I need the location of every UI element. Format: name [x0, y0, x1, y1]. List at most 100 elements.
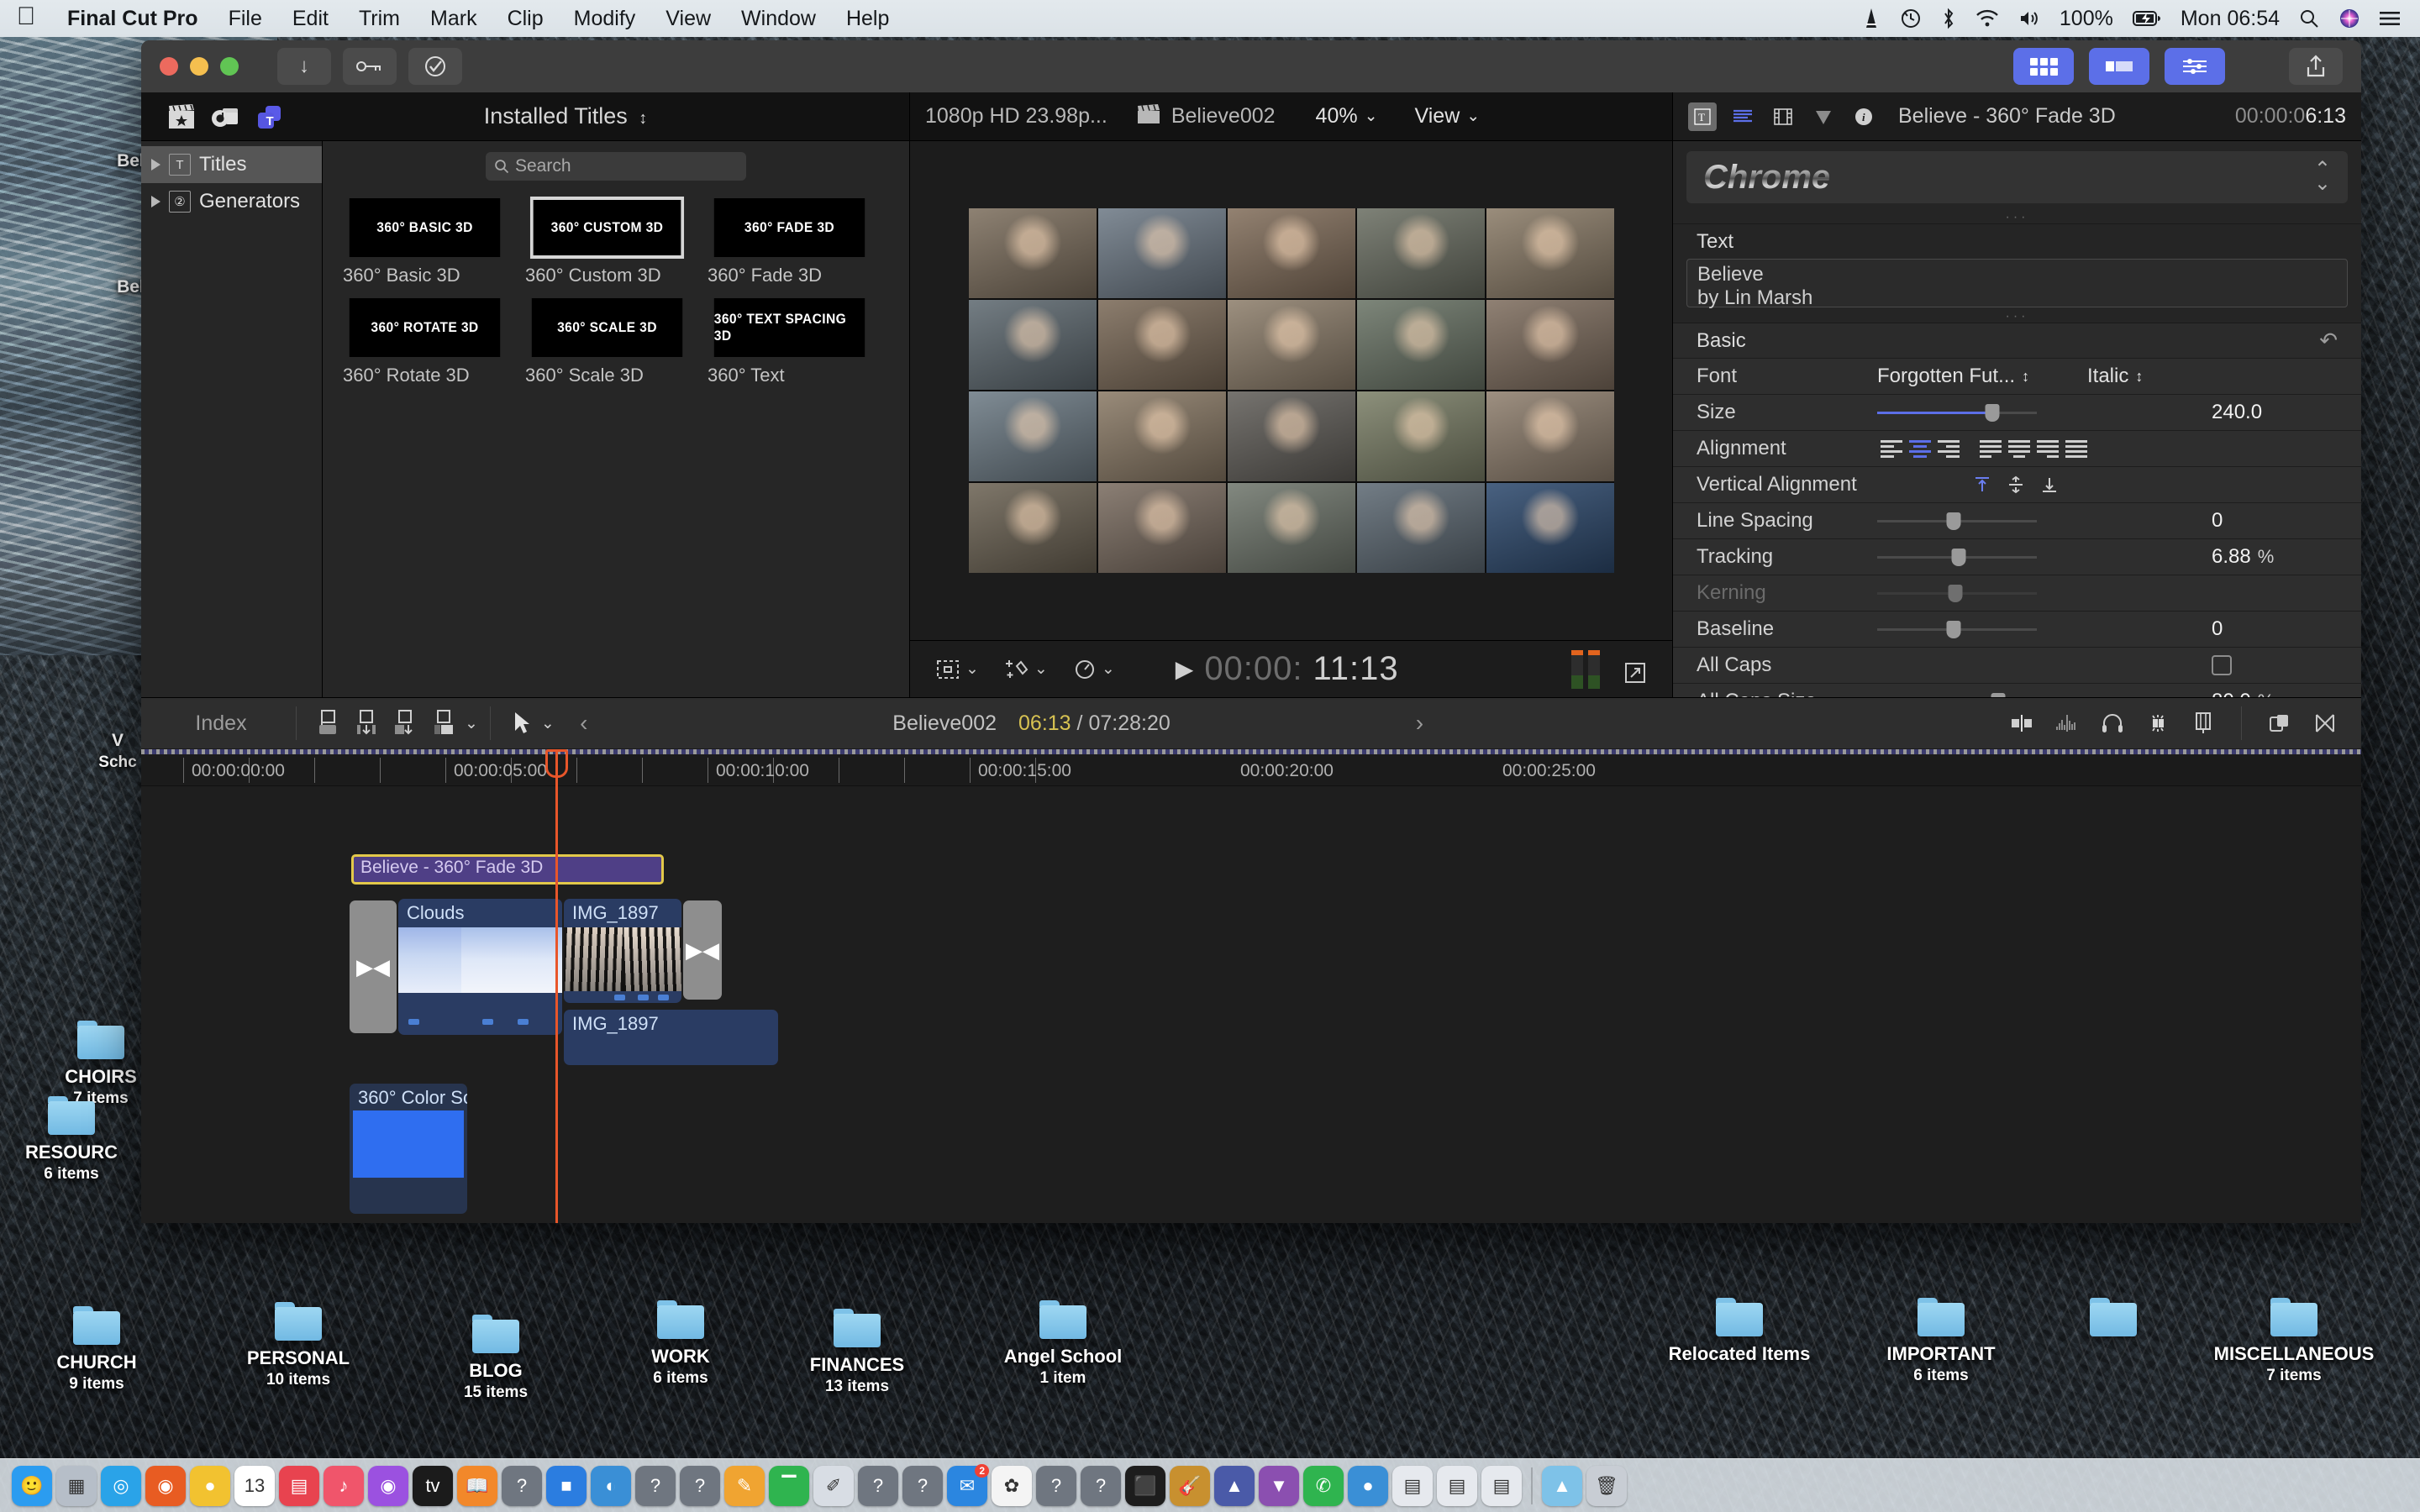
control-center-icon[interactable] — [2380, 10, 2400, 27]
siri-icon[interactable] — [2338, 8, 2360, 29]
wifi-icon[interactable] — [1975, 9, 1999, 28]
close-button[interactable] — [160, 57, 178, 76]
toggle-inspector-button[interactable] — [2165, 48, 2225, 85]
vlc-cone-icon[interactable] — [1862, 8, 1881, 29]
desktop-icon-important[interactable]: IMPORTANT 6 items — [1861, 1298, 2021, 1385]
dock-item-pages[interactable]: ✎ — [724, 1465, 765, 1506]
dock-item-textedit[interactable]: ✐ — [813, 1465, 854, 1506]
dock-item-appletv[interactable]: tv — [413, 1465, 453, 1506]
dock-item-app-unknown-1[interactable]: ? — [502, 1465, 542, 1506]
audio-meters-icon[interactable] — [2048, 706, 2086, 740]
insert-icon[interactable] — [347, 706, 386, 740]
line-spacing-slider[interactable] — [1877, 512, 2037, 530]
align-right-icon[interactable] — [1934, 438, 1963, 459]
dock-item-firefox[interactable]: ◉ — [145, 1465, 186, 1506]
tracking-value-field[interactable]: 6.88 % — [2212, 545, 2338, 569]
font-style-popup[interactable]: Italic ↕ — [2087, 365, 2143, 388]
maximize-button[interactable] — [220, 57, 239, 76]
timeline-clip-img1897-audio[interactable]: IMG_1897 — [564, 1010, 778, 1065]
clapperboard-star-icon[interactable] — [160, 103, 203, 130]
time-machine-icon[interactable] — [1900, 8, 1922, 29]
resize-grip[interactable]: ··· — [1673, 210, 2361, 224]
sidebar-item-generators[interactable]: ② Generators — [141, 183, 322, 220]
append-icon[interactable] — [308, 706, 347, 740]
tracking-slider[interactable] — [1877, 548, 2037, 566]
dock-item-app-unknown-3[interactable]: ? — [680, 1465, 720, 1506]
timeline-clip-title[interactable]: Believe - 360° Fade 3D — [351, 854, 664, 885]
viewer-canvas[interactable] — [910, 141, 1672, 640]
reset-arrow-icon[interactable]: ↶ — [2319, 328, 2338, 354]
background-tasks-button[interactable] — [408, 48, 462, 85]
desktop-icon-angel-school[interactable]: Angel School 1 item — [983, 1300, 1143, 1388]
valign-top-icon[interactable] — [1965, 475, 1999, 494]
baseline-row[interactable]: Baseline 0 — [1673, 611, 2361, 647]
browser-title[interactable]: Installed Titles ↕ — [291, 103, 891, 129]
sidebar-item-titles[interactable]: T Titles — [141, 146, 322, 183]
import-media-button[interactable]: ↓ — [277, 48, 331, 85]
menu-item-mark[interactable]: Mark — [415, 7, 492, 31]
film-icon[interactable] — [1769, 102, 1797, 131]
dock-item-app-unknown-2[interactable]: ? — [635, 1465, 676, 1506]
timeline-timecode[interactable]: 06:13 / 07:28:20 — [1018, 711, 1171, 736]
viewer-timecode[interactable]: ▶ 00:00: 11:13 — [1176, 650, 1399, 688]
menu-item-trim[interactable]: Trim — [344, 7, 415, 31]
dock-item-app-unknown-4[interactable]: ? — [858, 1465, 898, 1506]
all-caps-row[interactable]: All Caps — [1673, 647, 2361, 683]
basic-section-header[interactable]: Basic ↶ — [1673, 323, 2361, 358]
overwrite-icon[interactable] — [386, 706, 424, 740]
desktop-icon-blog[interactable]: BLOG 15 items — [416, 1315, 576, 1402]
baseline-slider[interactable] — [1877, 620, 2037, 638]
transform-menu[interactable]: ⌄ — [935, 659, 979, 680]
all-caps-checkbox[interactable] — [2212, 655, 2232, 675]
timeline-clip-clouds[interactable]: Clouds — [398, 899, 562, 1035]
dock-item-calendar[interactable]: 13 — [234, 1465, 275, 1506]
keyframe-marker[interactable] — [614, 995, 625, 1000]
color-triangle-icon[interactable] — [1809, 102, 1838, 131]
chevron-right-icon[interactable]: › — [1416, 710, 1423, 737]
keyframe-marker[interactable] — [408, 1019, 419, 1025]
titles-T-icon[interactable]: T — [247, 103, 291, 130]
apple-logo-icon[interactable]:  — [0, 3, 52, 34]
menu-clock[interactable]: Mon 06:54 — [2181, 7, 2280, 31]
viewer-view-menu[interactable]: View ⌄ — [1415, 104, 1481, 129]
menu-item-view[interactable]: View — [650, 7, 726, 31]
enhancements-menu[interactable]: ⌄ — [1004, 658, 1048, 681]
title-tile-scale-3d[interactable]: 360° SCALE 3D 360° Scale 3D — [525, 298, 689, 386]
dock-item-doc-1[interactable]: ▤ — [1392, 1465, 1433, 1506]
dock-item-earth[interactable]: ● — [1348, 1465, 1388, 1506]
volume-icon[interactable] — [2018, 9, 2040, 28]
timeline-canvas[interactable]: 00:00:00:00 00:00:05:00 00:00:10:00 00:0… — [141, 749, 2361, 1223]
menu-item-file[interactable]: File — [213, 7, 277, 31]
menu-item-edit[interactable]: Edit — [277, 7, 344, 31]
size-row[interactable]: Size 240.0 — [1673, 394, 2361, 430]
menu-item-help[interactable]: Help — [831, 7, 904, 31]
desktop-icon-work[interactable]: WORK 6 items — [601, 1300, 760, 1388]
preset-popup[interactable]: Chrome ⌃ ⌄ — [1686, 151, 2348, 203]
search-icon[interactable] — [2299, 8, 2319, 29]
toggle-timeline-button[interactable] — [2089, 48, 2149, 85]
baseline-value-field[interactable]: 0 — [2212, 617, 2338, 641]
timeline-playhead[interactable] — [545, 749, 568, 1223]
desktop-icon-finances[interactable]: FINANCES 13 items — [777, 1309, 937, 1396]
keyframe-marker[interactable] — [482, 1019, 493, 1025]
dock-item-chrome[interactable]: ● — [190, 1465, 230, 1506]
dock-item-keynote[interactable]: ■ — [546, 1465, 587, 1506]
dock-item-folder-downloads[interactable]: ▲ — [1542, 1465, 1582, 1506]
fullscreen-icon[interactable] — [1623, 661, 1647, 689]
timeline-clip-img1897-video[interactable]: IMG_1897 — [564, 899, 681, 1003]
info-icon[interactable]: i — [1849, 102, 1878, 131]
dock-item-app-unknown-7[interactable]: ? — [1081, 1465, 1121, 1506]
all-caps-size-row[interactable]: All Caps Size 80.0 % — [1673, 683, 2361, 697]
filmstrip-icon[interactable] — [2184, 706, 2223, 740]
dock-item-app-unknown-6[interactable]: ? — [1036, 1465, 1076, 1506]
justify-center-icon[interactable] — [2005, 438, 2033, 459]
play-icon[interactable]: ▶ — [1176, 655, 1195, 683]
dock-item-music[interactable]: ♪ — [324, 1465, 364, 1506]
keyframe-marker[interactable] — [658, 995, 669, 1000]
menu-item-window[interactable]: Window — [726, 7, 831, 31]
timeline-index-button[interactable]: Index — [158, 711, 284, 736]
align-left-icon[interactable] — [1877, 438, 1906, 459]
title-lines-icon[interactable] — [1728, 102, 1757, 131]
disclosure-triangle-icon[interactable] — [151, 159, 160, 171]
dock-item-launchpad[interactable]: ▦ — [56, 1465, 97, 1506]
